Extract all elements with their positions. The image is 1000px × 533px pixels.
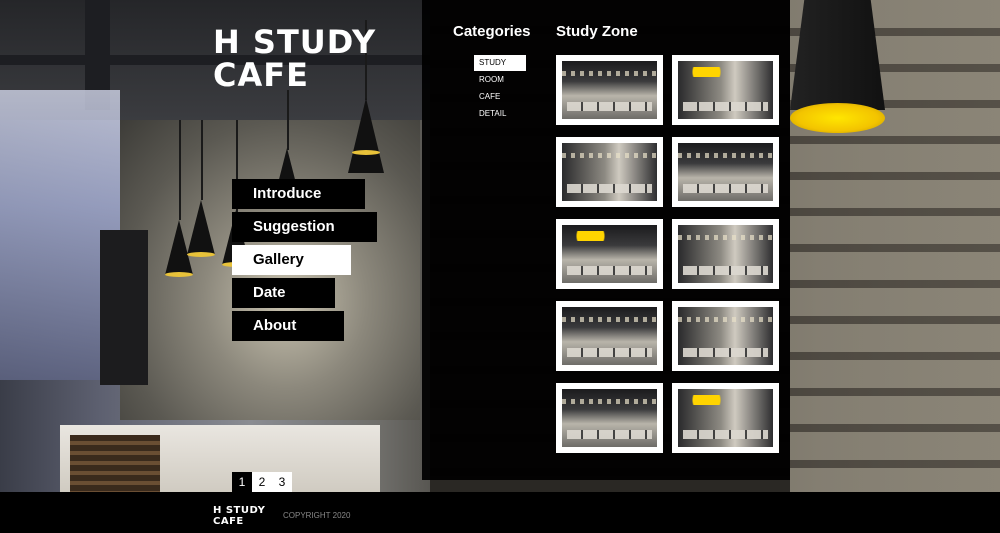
lamp-cord [201,120,203,200]
footer-logo-line-2: CAFE [213,516,244,527]
thumbnail-image [562,389,657,447]
thumbnail-image [562,143,657,201]
thumbnail-image [678,143,773,201]
page-2-button[interactable]: 2 [252,472,272,492]
category-room[interactable]: ROOM [474,72,526,88]
gallery-thumbnail[interactable] [672,137,779,207]
page-1-button[interactable]: 1 [232,472,252,492]
logo-line-1: H STUDY [213,23,377,61]
pagination: 1 2 3 [232,472,292,492]
gallery-thumbnail[interactable] [556,219,663,289]
lamp-cord [287,90,289,150]
footer [0,492,1000,533]
page-3-button[interactable]: 3 [272,472,292,492]
gallery-heading: Study Zone [556,23,638,40]
large-pendant-lamp-glow [790,103,885,133]
gallery-thumbnail[interactable] [556,137,663,207]
background-chairs [70,435,160,495]
thumbnail-image [562,61,657,119]
category-list: STUDY ROOM CAFE DETAIL [474,55,526,123]
site-logo[interactable]: H STUDY CAFE [213,26,376,92]
gallery-panel: Categories STUDY ROOM CAFE DETAIL Study … [422,0,790,480]
large-pendant-lamp [790,0,885,110]
nav-about[interactable]: About [232,311,344,341]
category-cafe[interactable]: CAFE [474,89,526,105]
thumbnail-image [678,389,773,447]
thumbnail-image [678,61,773,119]
copyright-text: COPYRIGHT 2020 [283,511,351,520]
gallery-thumbnail[interactable] [672,55,779,125]
categories-heading: Categories [453,23,531,40]
gallery-thumbnail[interactable] [556,55,663,125]
lamp-cord [179,120,181,220]
nav-introduce[interactable]: Introduce [232,179,365,209]
thumbnail-image [562,307,657,365]
main-nav: Introduce Suggestion Gallery Date About [232,179,377,344]
nav-gallery[interactable]: Gallery [232,245,351,275]
footer-logo[interactable]: H STUDY CAFE [213,505,265,527]
gallery-thumbnail[interactable] [556,301,663,371]
nav-date[interactable]: Date [232,278,335,308]
gallery-thumbnail[interactable] [672,219,779,289]
logo-line-2: CAFE [213,56,309,94]
thumbnail-image [562,225,657,283]
gallery-thumbnail[interactable] [556,383,663,453]
pendant-lamp [187,200,215,257]
gallery-thumbnail[interactable] [672,301,779,371]
gallery-thumbnail[interactable] [672,383,779,453]
nav-suggestion[interactable]: Suggestion [232,212,377,242]
category-detail[interactable]: DETAIL [474,106,526,122]
pendant-lamp [348,98,384,173]
thumbnail-image [678,225,773,283]
footer-logo-line-1: H STUDY [213,505,266,516]
thumbnail-image [678,307,773,365]
category-study[interactable]: STUDY [474,55,526,71]
background-pillar [100,230,148,385]
